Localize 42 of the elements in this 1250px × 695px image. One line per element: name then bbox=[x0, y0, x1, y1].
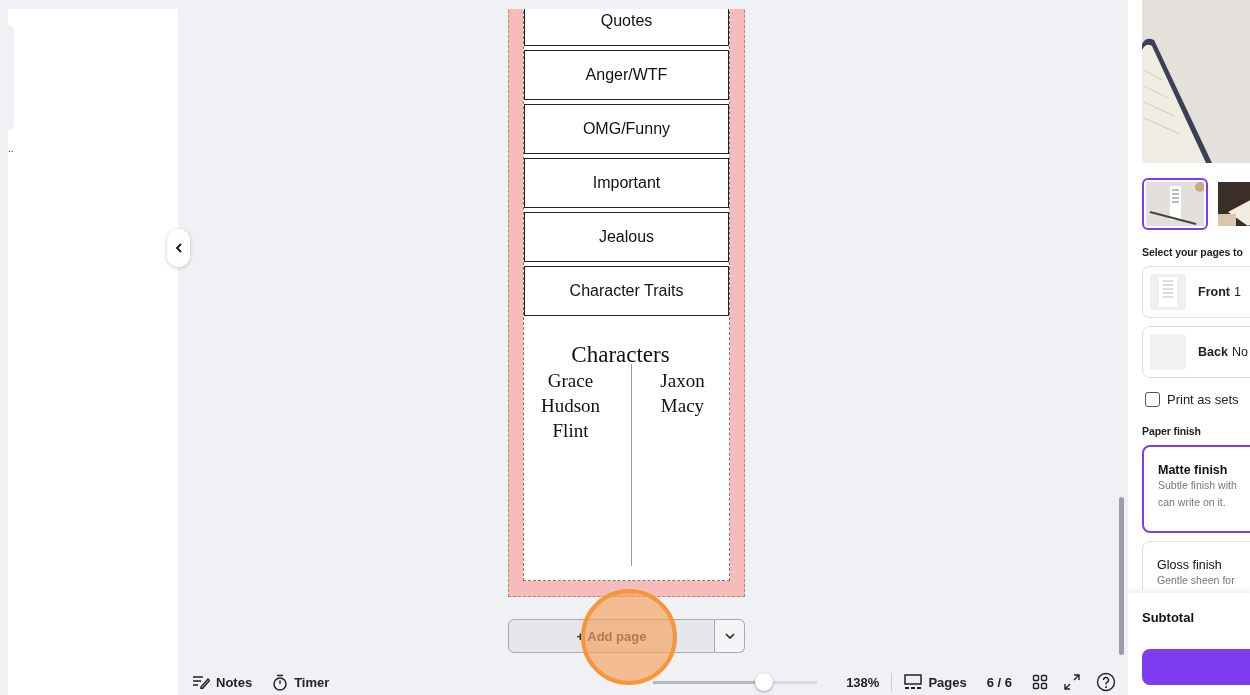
option-label: Front bbox=[1198, 285, 1230, 299]
label-box: Jealous bbox=[524, 212, 729, 262]
character-name: Grace bbox=[547, 369, 594, 393]
grid-view-icon[interactable] bbox=[1032, 674, 1048, 690]
finish-option[interactable]: Matte finish Subtle finish with can write on it. bbox=[1142, 445, 1250, 533]
option-label: Back bbox=[1198, 345, 1228, 359]
notes-button[interactable]: Notes bbox=[192, 674, 253, 690]
chevron-down-icon bbox=[724, 633, 735, 639]
label-box: Anger/WTF bbox=[524, 50, 729, 100]
timer-button[interactable]: Timer bbox=[272, 673, 330, 691]
section-heading: Paper finish bbox=[1142, 425, 1202, 437]
option-value: 1 bbox=[1233, 285, 1241, 299]
checkout-button[interactable] bbox=[1142, 649, 1250, 685]
character-name: Flint bbox=[552, 419, 589, 443]
zoom-level: 138% bbox=[846, 674, 880, 690]
label-box: Quotes bbox=[524, 9, 729, 46]
print-as-sets-checkbox[interactable]: Print as sets bbox=[1145, 392, 1250, 407]
truncated-text: .. bbox=[8, 143, 14, 154]
label-box: Character Traits bbox=[524, 266, 729, 316]
timer-icon bbox=[272, 673, 289, 691]
character-name: Hudson bbox=[540, 394, 601, 418]
character-name: Macy bbox=[660, 394, 705, 418]
page-option[interactable]: Front 1 bbox=[1142, 266, 1250, 318]
option-value: No bbox=[1231, 345, 1248, 359]
section-heading: Select your pages to bbox=[1142, 246, 1244, 258]
subtotal-label: Subtotal bbox=[1142, 610, 1195, 625]
fullscreen-icon[interactable] bbox=[1064, 674, 1080, 690]
pages-icon bbox=[904, 674, 923, 690]
notes-icon bbox=[192, 675, 210, 689]
label-box: Important bbox=[524, 158, 729, 208]
collapse-button[interactable] bbox=[167, 229, 190, 267]
page-option[interactable]: Back No bbox=[1142, 326, 1250, 378]
scrollbar[interactable] bbox=[1119, 497, 1124, 655]
thumbnail[interactable] bbox=[1142, 178, 1208, 230]
pages-button[interactable]: Pages bbox=[904, 674, 967, 690]
label-box: OMG/Funny bbox=[524, 104, 729, 154]
dropdown-button[interactable] bbox=[715, 619, 745, 653]
help-icon[interactable] bbox=[1096, 672, 1116, 692]
chevron-left-icon bbox=[174, 243, 183, 253]
page-counter: 6 / 6 bbox=[986, 674, 1012, 690]
characters-title: Characters bbox=[570, 342, 671, 368]
character-name: Jaxon bbox=[660, 369, 705, 393]
